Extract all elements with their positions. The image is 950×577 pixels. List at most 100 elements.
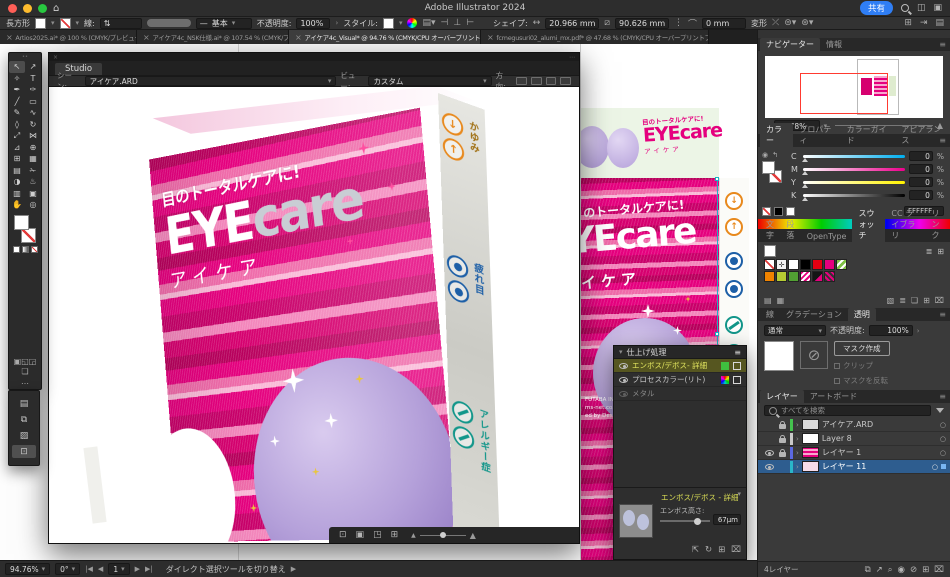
screen-mode-icon[interactable]: ❏	[9, 367, 41, 377]
none-swatch[interactable]	[762, 207, 771, 216]
yellow-slider[interactable]	[803, 181, 905, 184]
visibility-eye-icon[interactable]	[619, 391, 628, 397]
next-artboard-icon[interactable]: ▶	[135, 565, 140, 573]
tab-properties[interactable]: プロパティ	[793, 123, 840, 147]
style-swatch[interactable]	[383, 18, 394, 29]
black-slider[interactable]	[803, 194, 905, 197]
select-similar-icon[interactable]: ⊜▾	[784, 18, 796, 28]
visibility-eye-icon[interactable]	[619, 363, 628, 369]
color-cycle-icon[interactable]: ◉	[762, 151, 768, 159]
tab-layers[interactable]: レイヤー	[760, 390, 804, 403]
last-artboard-icon[interactable]: ▶|	[145, 565, 153, 573]
tool-icon[interactable]: ⋈	[25, 130, 41, 142]
fill-well[interactable]	[762, 161, 775, 174]
tab-cc-libraries[interactable]: CC ライブラリ	[885, 207, 925, 242]
document-setup-icon[interactable]: ▤▾	[422, 18, 435, 28]
yellow-value-input[interactable]: 0	[909, 177, 933, 187]
document-tab[interactable]: ×fcmegusuri02_alumi_mx.pdf* @ 47.68 % (C…	[481, 30, 709, 44]
swatch[interactable]	[836, 259, 847, 270]
opacity-input[interactable]: 100%	[869, 325, 913, 336]
tab-color[interactable]: カラー	[760, 123, 793, 147]
tool-icon[interactable]: ▥	[9, 188, 25, 200]
slider-handle[interactable]	[694, 518, 701, 525]
layers-search-input[interactable]: すべてを検索	[764, 405, 931, 416]
close-tab-icon[interactable]: ×	[487, 33, 493, 42]
cyan-slider[interactable]	[803, 155, 905, 158]
tool-icon[interactable]: ✑	[25, 84, 41, 96]
workspace-icon[interactable]: ▤	[935, 18, 944, 28]
stroke-color-swatch[interactable]	[60, 18, 71, 29]
tool-icon[interactable]: ↻	[25, 119, 41, 131]
new-layer-icon[interactable]: ⊞	[922, 565, 929, 575]
align-left-icon[interactable]: ⊣	[441, 18, 449, 28]
tool-icon[interactable]: ↖	[9, 61, 25, 73]
filter-icon[interactable]	[936, 408, 944, 413]
tool-icon[interactable]: ♨	[25, 176, 41, 188]
finishing-item-metal[interactable]: メタル	[614, 387, 746, 401]
refresh-icon[interactable]: ↻	[705, 545, 712, 555]
target-circle-icon[interactable]: ○	[940, 449, 946, 457]
tool-icon[interactable]: ▭	[25, 96, 41, 108]
close-icon[interactable]: ×	[53, 54, 58, 61]
finishing-item-process-color[interactable]: プロセスカラー(リト)	[614, 373, 746, 387]
gradient-mode-icon[interactable]	[22, 246, 29, 253]
lock-icon[interactable]	[779, 424, 786, 429]
share-button[interactable]: 共有	[860, 1, 893, 15]
opacity-input[interactable]: 100%	[296, 18, 330, 29]
direction-option-icon[interactable]	[560, 77, 571, 85]
new-swatch-icon[interactable]: ⊞	[923, 296, 930, 305]
panel-menu-icon[interactable]: ≡	[939, 40, 946, 49]
black-swatch[interactable]	[774, 207, 783, 216]
blend-mode-select[interactable]: 通常▾	[764, 325, 826, 336]
make-mask-icon[interactable]: ◉	[898, 565, 905, 575]
first-artboard-icon[interactable]: |◀	[85, 565, 93, 573]
edit-toolbar-icon[interactable]: …	[9, 377, 41, 387]
swatch[interactable]	[788, 271, 799, 282]
scene-select[interactable]: アイケア.ARD▾	[85, 76, 337, 86]
lock-icon[interactable]	[779, 438, 786, 443]
expand-chevron-icon[interactable]: ›	[796, 435, 799, 443]
close-tab-icon[interactable]: ×	[295, 33, 301, 42]
make-mask-button[interactable]: マスク作成	[834, 341, 890, 356]
layer-row-layer1[interactable]: › レイヤー 1 ○	[758, 446, 950, 460]
selection-handle[interactable]	[715, 332, 719, 336]
panel-menu-icon[interactable]: ≡	[734, 348, 741, 357]
tab-artboards[interactable]: アートボード	[804, 390, 864, 403]
view-select[interactable]: カスタム▾	[368, 76, 491, 86]
mini-icon-collect[interactable]: ⧉	[12, 413, 36, 426]
swatch[interactable]	[812, 271, 823, 282]
fill-stroke-wells[interactable]	[13, 214, 37, 244]
mini-icon-trace[interactable]: ▨	[12, 429, 36, 442]
tab-color-guide[interactable]: カラーガイド	[841, 123, 896, 147]
expand-chevron-icon[interactable]: ›	[796, 449, 799, 457]
swatch[interactable]	[812, 259, 823, 270]
shape-width-input[interactable]: 20.966 mm	[545, 18, 599, 29]
tool-icon[interactable]: ▦	[25, 153, 41, 165]
grid-toggle-icon[interactable]: ⊞	[391, 530, 399, 540]
artboard-select[interactable]: 1▾	[108, 563, 129, 575]
swatch-themes-icon[interactable]: ▦	[777, 296, 785, 305]
isolate-icon[interactable]: ⤫	[772, 18, 779, 28]
tab-character[interactable]: 文字	[760, 218, 780, 242]
document-tab[interactable]: ×Artios2025.ai* @ 100 % (CMYK/プレビュー)	[0, 30, 137, 44]
close-tab-icon[interactable]: ×	[6, 33, 12, 42]
panel-menu-icon[interactable]: ≡	[939, 136, 946, 145]
collect-export-icon[interactable]: ⧉	[865, 565, 871, 575]
direction-option-icon[interactable]	[516, 77, 527, 85]
tool-icon[interactable]: ⊞	[9, 153, 25, 165]
emboss-height-slider[interactable]	[660, 520, 710, 522]
export-icon[interactable]: ⇱	[692, 545, 699, 555]
close-tab-icon[interactable]: ×	[143, 33, 149, 42]
list-view-icon[interactable]: ≣	[926, 247, 933, 256]
delete-swatch-icon[interactable]: ⌧	[935, 296, 944, 305]
target-circle-icon[interactable]: ○	[940, 421, 946, 429]
color-mode-icon[interactable]	[13, 246, 20, 253]
tab-navigator[interactable]: ナビゲーター	[760, 38, 820, 51]
minimize-window-button[interactable]	[23, 4, 32, 13]
home-icon[interactable]: ⌂	[53, 3, 59, 14]
close-window-button[interactable]	[8, 4, 17, 13]
tab-swatches[interactable]: スウォッチ	[852, 207, 885, 242]
none-mode-icon[interactable]	[31, 246, 38, 253]
tool-icon[interactable]: ⊕	[25, 142, 41, 154]
add-icon[interactable]: ⊞	[718, 545, 725, 555]
